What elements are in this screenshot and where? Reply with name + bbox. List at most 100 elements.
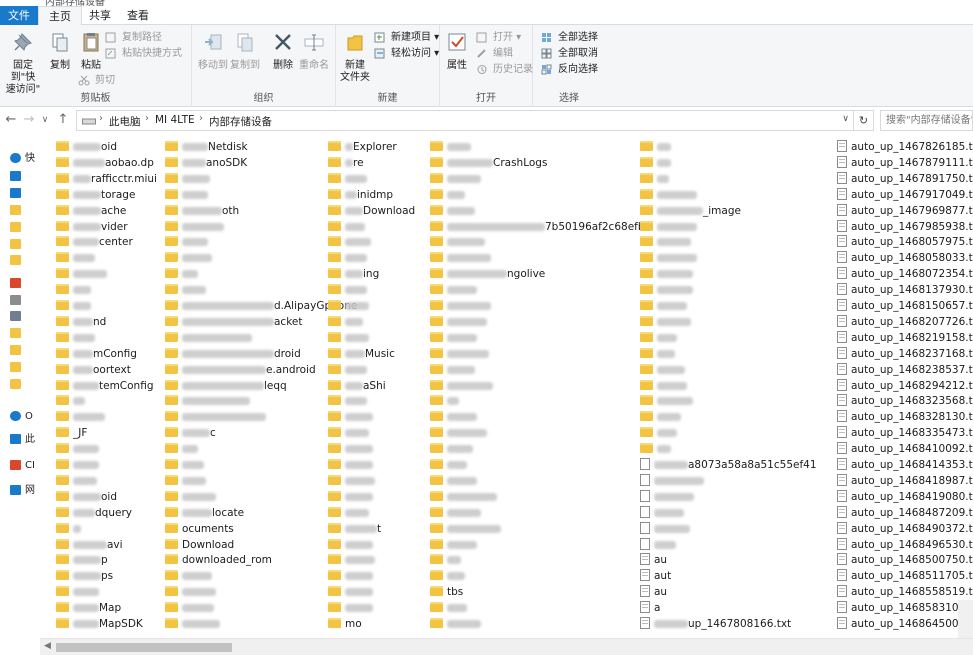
folder-item[interactable] [328,171,367,187]
paste-button[interactable]: 粘贴 [78,31,104,72]
open-button[interactable]: 打开 ▾ [476,30,521,45]
folder-item[interactable] [640,441,671,457]
folder-item[interactable] [328,393,367,409]
file-item[interactable]: auto_up_1468328130.txt [837,409,973,425]
file-item[interactable]: auto_up_1468410092.txt [837,441,973,457]
folder-item[interactable] [640,266,693,282]
up-button[interactable]: ↑ [55,112,71,127]
file-item[interactable]: auto_up_1468490372.txt [837,521,973,537]
nav-item[interactable] [10,168,25,186]
folder-item[interactable]: temConfig [56,378,154,394]
crumb-internal-storage[interactable]: 内部存储设备 [209,114,272,129]
folder-item[interactable]: mConfig [56,346,137,362]
folder-item[interactable]: torage [56,187,135,203]
properties-button[interactable]: 属性 [444,31,470,72]
folder-item[interactable] [430,600,467,616]
easy-access-button[interactable]: 轻松访问 ▾ [374,46,439,61]
file-item[interactable]: auto_up_1468150657.txt [837,298,973,314]
folder-item[interactable] [640,171,669,187]
folder-item[interactable]: locate [165,505,244,521]
nav-item[interactable]: O [10,408,33,426]
cut-button[interactable]: 剪切 [78,73,115,88]
folder-item[interactable] [165,250,212,266]
paste-shortcut-button[interactable]: 粘贴快捷方式 [105,46,182,61]
folder-item[interactable] [328,362,367,378]
folder-item[interactable] [165,616,220,632]
folder-item[interactable] [328,489,373,505]
folder-item[interactable] [328,473,375,489]
folder-item[interactable] [328,298,369,314]
folder-item[interactable] [328,457,373,473]
folder-item[interactable]: aShi [328,378,386,394]
forward-button[interactable]: → [21,112,37,127]
file-item[interactable]: a [640,600,660,616]
folder-item[interactable] [430,346,489,362]
delete-button[interactable]: 删除 [270,31,296,72]
folder-item[interactable]: ing [328,266,379,282]
vertical-scrollbar[interactable] [958,600,973,638]
file-item[interactable]: auto_up_1467891750.txt [837,171,973,187]
file-item[interactable]: auto_up_1468414353.txt [837,457,973,473]
address-dropdown-icon[interactable]: ∨ [842,114,849,124]
file-item[interactable]: auto_up_1468294212.txt [837,378,973,394]
file-item[interactable]: auto_up_1468496530.txt [837,537,973,553]
select-all-button[interactable]: 全部选择 [541,30,598,45]
recent-dropdown[interactable]: ∨ [37,115,53,125]
folder-item[interactable] [430,250,491,266]
file-item[interactable]: up_1467808166.txt [640,616,791,632]
folder-item[interactable] [430,187,465,203]
folder-item[interactable] [640,378,687,394]
tab-file[interactable]: 文件 [0,6,38,25]
folder-item[interactable] [165,393,250,409]
back-button[interactable]: ← [3,112,19,127]
folder-item[interactable] [165,171,210,187]
scrollbar-thumb[interactable] [56,643,232,652]
file-item[interactable]: au [640,552,667,568]
folder-item[interactable]: nd [56,314,106,330]
folder-item[interactable] [328,505,369,521]
folder-item[interactable] [430,521,501,537]
folder-item[interactable]: c [165,425,216,441]
folder-item[interactable] [430,489,497,505]
folder-item[interactable]: dquery [56,505,132,521]
folder-item[interactable] [640,250,697,266]
file-item[interactable]: auto_up_1468583107.txt [837,600,973,616]
folder-item[interactable] [165,219,224,235]
folder-item[interactable] [56,457,99,473]
refresh-button[interactable]: ↻ [854,110,874,131]
folder-item[interactable] [430,393,459,409]
nav-item[interactable] [10,325,25,343]
folder-item[interactable]: t [328,521,381,537]
folder-item[interactable] [328,600,373,616]
folder-item[interactable]: oid [56,489,117,505]
folder-item[interactable] [165,266,198,282]
folder-item[interactable] [165,600,214,616]
folder-item[interactable] [430,171,481,187]
folder-item[interactable]: Music [328,346,395,362]
folder-item[interactable]: oortext [56,362,131,378]
select-none-button[interactable]: 全部取消 [541,46,598,61]
folder-item[interactable] [640,314,691,330]
folder-item[interactable] [165,441,198,457]
folder-item[interactable] [430,568,465,584]
invert-selection-button[interactable]: 反向选择 [541,62,598,77]
folder-item[interactable]: Explorer [328,139,397,155]
folder-item[interactable] [430,203,475,219]
folder-item[interactable] [430,505,481,521]
file-item[interactable]: auto_up_1468238537.txt [837,362,973,378]
new-folder-button[interactable]: 新建 文件夹 [338,31,372,84]
folder-item[interactable] [640,346,675,362]
folder-item[interactable] [165,457,204,473]
file-item[interactable]: auto_up_1467917049.txt [837,187,973,203]
file-item[interactable]: a8073a58a8a51c55ef41 [640,457,817,473]
folder-item[interactable]: Download [328,203,415,219]
nav-item[interactable]: CI [10,457,35,475]
folder-item[interactable]: p [56,552,108,568]
folder-item[interactable] [56,409,105,425]
folder-item[interactable] [165,330,252,346]
nav-item[interactable] [10,342,25,360]
folder-item[interactable] [430,441,473,457]
folder-item[interactable]: _image [640,203,741,219]
folder-item[interactable]: 7b50196af2c68efb [430,219,645,235]
folder-item[interactable]: e.android [165,362,316,378]
